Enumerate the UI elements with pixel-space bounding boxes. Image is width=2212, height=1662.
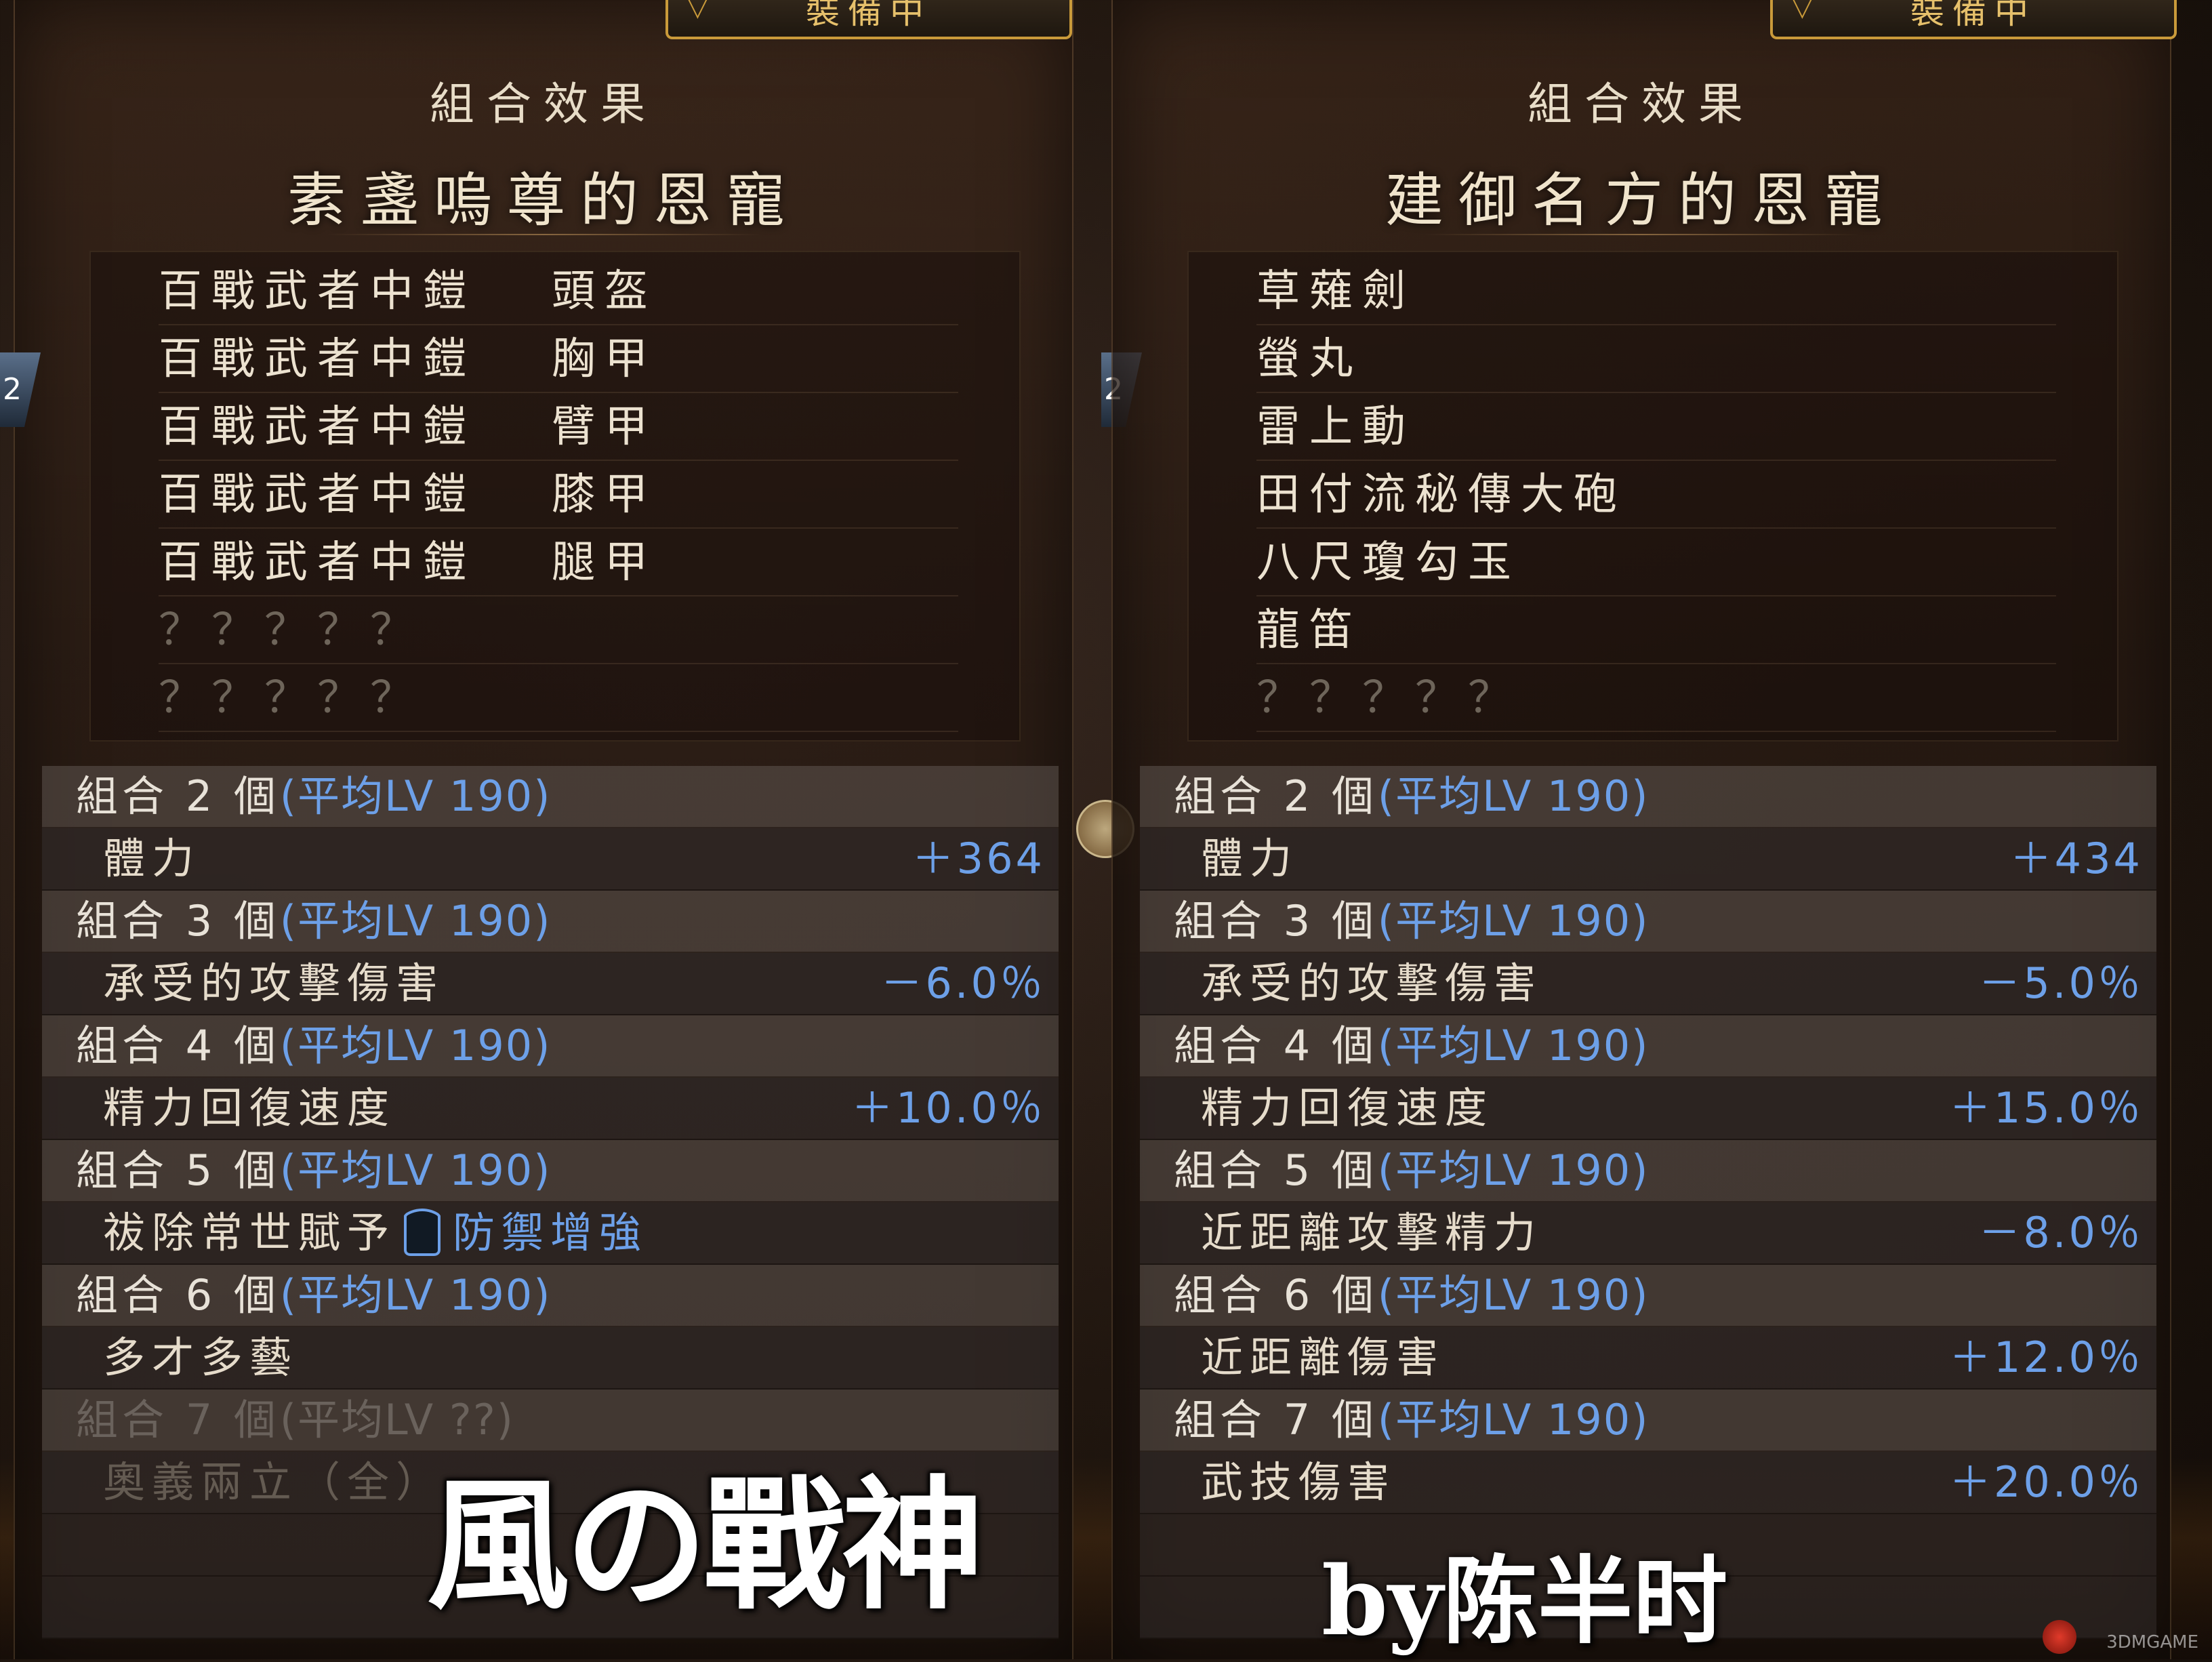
set-name: 素盞嗚尊的恩寵 — [287, 167, 800, 235]
combo-effect-title: 組合效果 — [430, 78, 657, 130]
set-panel-right: ▽ 裝備中 組合效果 建御名方的恩寵 草薙劍 螢丸 雷上動 田付流秘傳大砲 八尺… — [1111, 0, 2177, 1659]
combo-effect-row: 體力 ＋434 — [1140, 828, 2156, 891]
combo-tier-header: 組合 6 個(平均LV 190) — [1140, 1265, 2156, 1327]
set-piece-item[interactable]: 百戰武者中鎧 胸甲 — [159, 327, 958, 393]
combo-effect-row: 承受的攻擊傷害 －6.0％ — [42, 953, 1059, 1015]
set-piece-list: 百戰武者中鎧 頭盔 百戰武者中鎧 胸甲 百戰武者中鎧 臂甲 百戰武者中鎧 膝甲 百戰武者… — [89, 251, 1021, 742]
combo-tier-header: 組合 4 個(平均LV 190) — [1140, 1015, 2156, 1078]
combo-effects-list: 組合 2 個(平均LV 190) 體力 ＋434 組合 3 個(平均LV 190)… — [1140, 766, 2156, 1639]
combo-effect-row: 武技傷害 ＋20.0％ — [1140, 1452, 2156, 1514]
combo-effect-row: 祓除常世賦予 防禦增強 — [42, 1202, 1059, 1265]
set-piece-item[interactable]: 百戰武者中鎧 腿甲 — [159, 530, 958, 596]
combo-tier-header: 組合 5 個(平均LV 190) — [1140, 1140, 2156, 1202]
combo-tier-header: 組合 4 個(平均LV 190) — [42, 1015, 1059, 1078]
combo-tier-header: 組合 3 個(平均LV 190) — [42, 891, 1059, 953]
combo-effect-row: 精力回復速度 ＋10.0％ — [42, 1078, 1059, 1140]
divider — [1425, 234, 1858, 235]
chevron-down-icon: ▽ — [687, 0, 716, 22]
watermark-logo-icon — [2043, 1620, 2076, 1654]
combo-effect-row: 近距離攻擊精力 －8.0％ — [1140, 1202, 2156, 1265]
set-piece-unknown: ？？？？？ — [159, 598, 958, 664]
set-panel-left: ▽ 裝備中 組合效果 素盞嗚尊的恩寵 百戰武者中鎧 頭盔 百戰武者中鎧 胸甲 百戰武… — [14, 0, 1073, 1659]
equipped-tab[interactable]: ▽ 裝備中 — [1770, 0, 2177, 39]
set-piece-item[interactable]: 草薙劍 — [1256, 259, 2056, 325]
equipped-tab-label: 裝備中 — [1910, 0, 2036, 31]
combo-effect-row: 近距離傷害 ＋12.0％ — [1140, 1327, 2156, 1390]
combo-effect-title: 組合效果 — [1528, 78, 1755, 130]
combo-tier-header: 組合 7 個(平均LV 190) — [1140, 1390, 2156, 1452]
set-piece-item[interactable]: 百戰武者中鎧 膝甲 — [159, 462, 958, 529]
overlay-calligraphy-title: 風の戰神 — [427, 1461, 984, 1629]
combo-effect-row: 體力 ＋364 — [42, 828, 1059, 891]
set-piece-unknown: ？？？？？ — [159, 666, 958, 732]
combo-tier-header: 組合 6 個(平均LV 190) — [42, 1265, 1059, 1327]
shield-icon — [404, 1208, 441, 1256]
set-piece-list: 草薙劍 螢丸 雷上動 田付流秘傳大砲 八尺瓊勾玉 龍笛 ？？？？？ — [1187, 251, 2118, 742]
chevron-down-icon: ▽ — [1792, 0, 1821, 22]
divider — [327, 234, 760, 235]
set-piece-item[interactable]: 田付流秘傳大砲 — [1256, 462, 2056, 529]
set-piece-item[interactable]: 八尺瓊勾玉 — [1256, 530, 2056, 596]
combo-tier-header: 組合 2 個(平均LV 190) — [1140, 766, 2156, 828]
combo-tier-header: 組合 3 個(平均LV 190) — [1140, 891, 2156, 953]
set-piece-item[interactable]: 龍笛 — [1256, 598, 2056, 664]
set-piece-item[interactable]: 雷上動 — [1256, 394, 2056, 461]
combo-effect-row: 承受的攻擊傷害 －5.0％ — [1140, 953, 2156, 1015]
set-piece-item[interactable]: 螢丸 — [1256, 327, 2056, 393]
equipped-tab[interactable]: ▽ 裝備中 — [665, 0, 1072, 39]
watermark-text: 3DMGAME — [2106, 1632, 2198, 1653]
combo-tier-header: 組合 5 個(平均LV 190) — [42, 1140, 1059, 1202]
set-piece-unknown: ？？？？？ — [1256, 666, 2056, 732]
set-name: 建御名方的恩寵 — [1385, 167, 1898, 235]
set-piece-item[interactable]: 百戰武者中鎧 臂甲 — [159, 394, 958, 461]
equipped-tab-label: 裝備中 — [806, 0, 932, 31]
set-piece-item[interactable]: 百戰武者中鎧 頭盔 — [159, 259, 958, 325]
combo-effect-row: 多才多藝 — [42, 1327, 1059, 1390]
combo-tier-header: 組合 2 個(平均LV 190) — [42, 766, 1059, 828]
combo-effect-row: 精力回復速度 ＋15.0％ — [1140, 1078, 2156, 1140]
overlay-author-credit: by陈半时 — [1322, 1546, 1728, 1657]
